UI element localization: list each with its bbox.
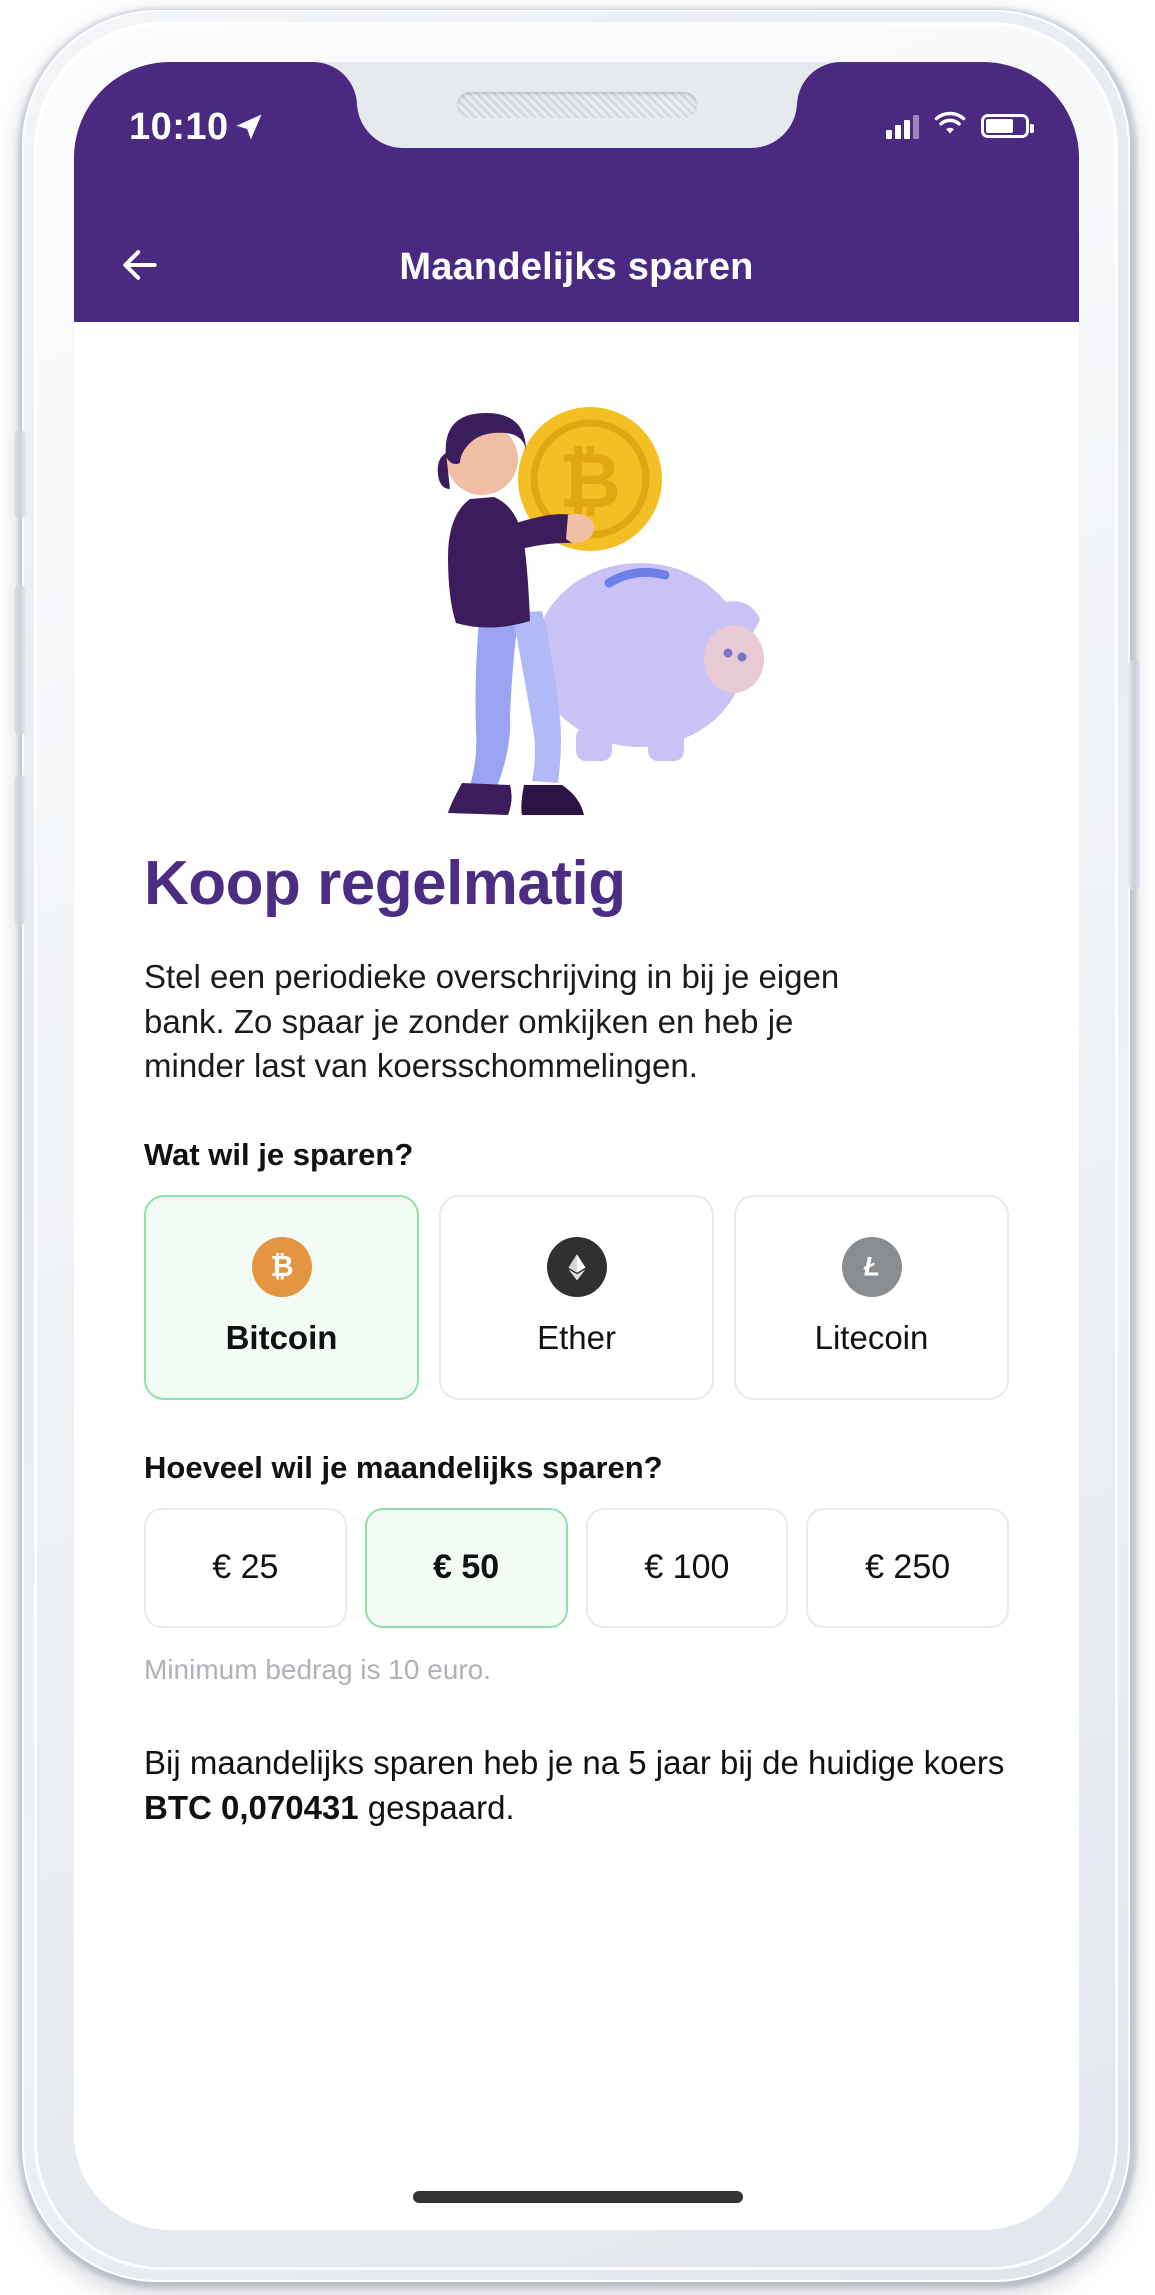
status-bar: 10:10: [74, 62, 1079, 212]
wifi-icon: [933, 110, 967, 141]
coin-question-label: Wat wil je sparen?: [144, 1136, 414, 1172]
person-with-bitcoin-coin-and-piggy-bank-illustration: ₿: [437, 407, 764, 815]
page-content: ₿ Koop regelmatig Stel een periodieke ov…: [74, 322, 1079, 2230]
coin-option-label: Litecoin: [814, 1319, 929, 1357]
savings-summary-text: Bij maandelijks sparen heb je na 5 jaar …: [144, 1740, 1009, 1831]
amount-option-100[interactable]: € 100: [585, 1507, 789, 1628]
back-button[interactable]: [110, 237, 170, 297]
amount-option-50[interactable]: € 50: [364, 1507, 568, 1628]
cellular-signal-icon: [886, 113, 919, 139]
app-header-bar: Maandelijks sparen: [74, 212, 1079, 322]
status-bar-time: 10:10: [129, 106, 229, 148]
coin-selector-group: ₿ Bitcoin Ether Ł Litecoin: [144, 1194, 1009, 1400]
hero-illustration: ₿: [74, 322, 1079, 842]
device-notch: [356, 62, 797, 148]
page-title: Maandelijks sparen: [399, 245, 754, 288]
home-indicator[interactable]: [412, 2191, 743, 2203]
power-button[interactable]: [1128, 660, 1140, 890]
phone-screen: 10:10 Maandelijks sparen ₿ Koop regelmat…: [74, 62, 1079, 2230]
notch-corner-right: [796, 62, 841, 106]
svg-text:₿: ₿: [559, 439, 621, 524]
svg-text:₿: ₿: [270, 1251, 293, 1283]
volume-down-button[interactable]: [14, 775, 26, 925]
battery-icon: [981, 113, 1034, 138]
amount-selector-group: € 25 € 50 € 100 € 250: [144, 1507, 1009, 1628]
litecoin-icon: Ł: [841, 1237, 902, 1298]
summary-prefix: Bij maandelijks sparen heb je na 5 jaar …: [144, 1743, 1005, 1781]
amount-option-250[interactable]: € 250: [806, 1507, 1009, 1628]
minimum-amount-hint: Minimum bedrag is 10 euro.: [144, 1653, 492, 1685]
coin-option-label: Ether: [537, 1319, 616, 1357]
summary-amount: BTC 0,070431: [144, 1789, 359, 1827]
coin-option-bitcoin[interactable]: ₿ Bitcoin: [144, 1194, 419, 1400]
earpiece-speaker: [456, 92, 697, 118]
svg-text:Ł: Ł: [862, 1252, 879, 1282]
amount-question-label: Hoeveel wil je maandelijks sparen?: [144, 1449, 663, 1485]
volume-up-button[interactable]: [14, 585, 26, 735]
summary-suffix: gespaard.: [358, 1789, 515, 1827]
notch-corner-left: [312, 62, 357, 106]
arrow-left-icon: [118, 243, 162, 292]
status-bar-indicators: [886, 110, 1034, 141]
ethereum-icon: [546, 1237, 607, 1298]
screenshot-root: 10:10 Maandelijks sparen ₿ Koop regelmat…: [0, 0, 1155, 2295]
section-description: Stel een periodieke overschrijving in bi…: [144, 958, 840, 1085]
coin-option-litecoin[interactable]: Ł Litecoin: [734, 1194, 1009, 1400]
piggy-bank-graphic: [530, 563, 764, 761]
amount-option-25[interactable]: € 25: [144, 1507, 347, 1628]
location-arrow-icon: [234, 112, 264, 142]
bitcoin-icon: ₿: [251, 1237, 312, 1298]
coin-option-ether[interactable]: Ether: [439, 1194, 714, 1400]
mute-switch-button[interactable]: [14, 430, 26, 518]
section-title: Koop regelmatig: [144, 849, 626, 918]
coin-option-label: Bitcoin: [225, 1319, 338, 1357]
